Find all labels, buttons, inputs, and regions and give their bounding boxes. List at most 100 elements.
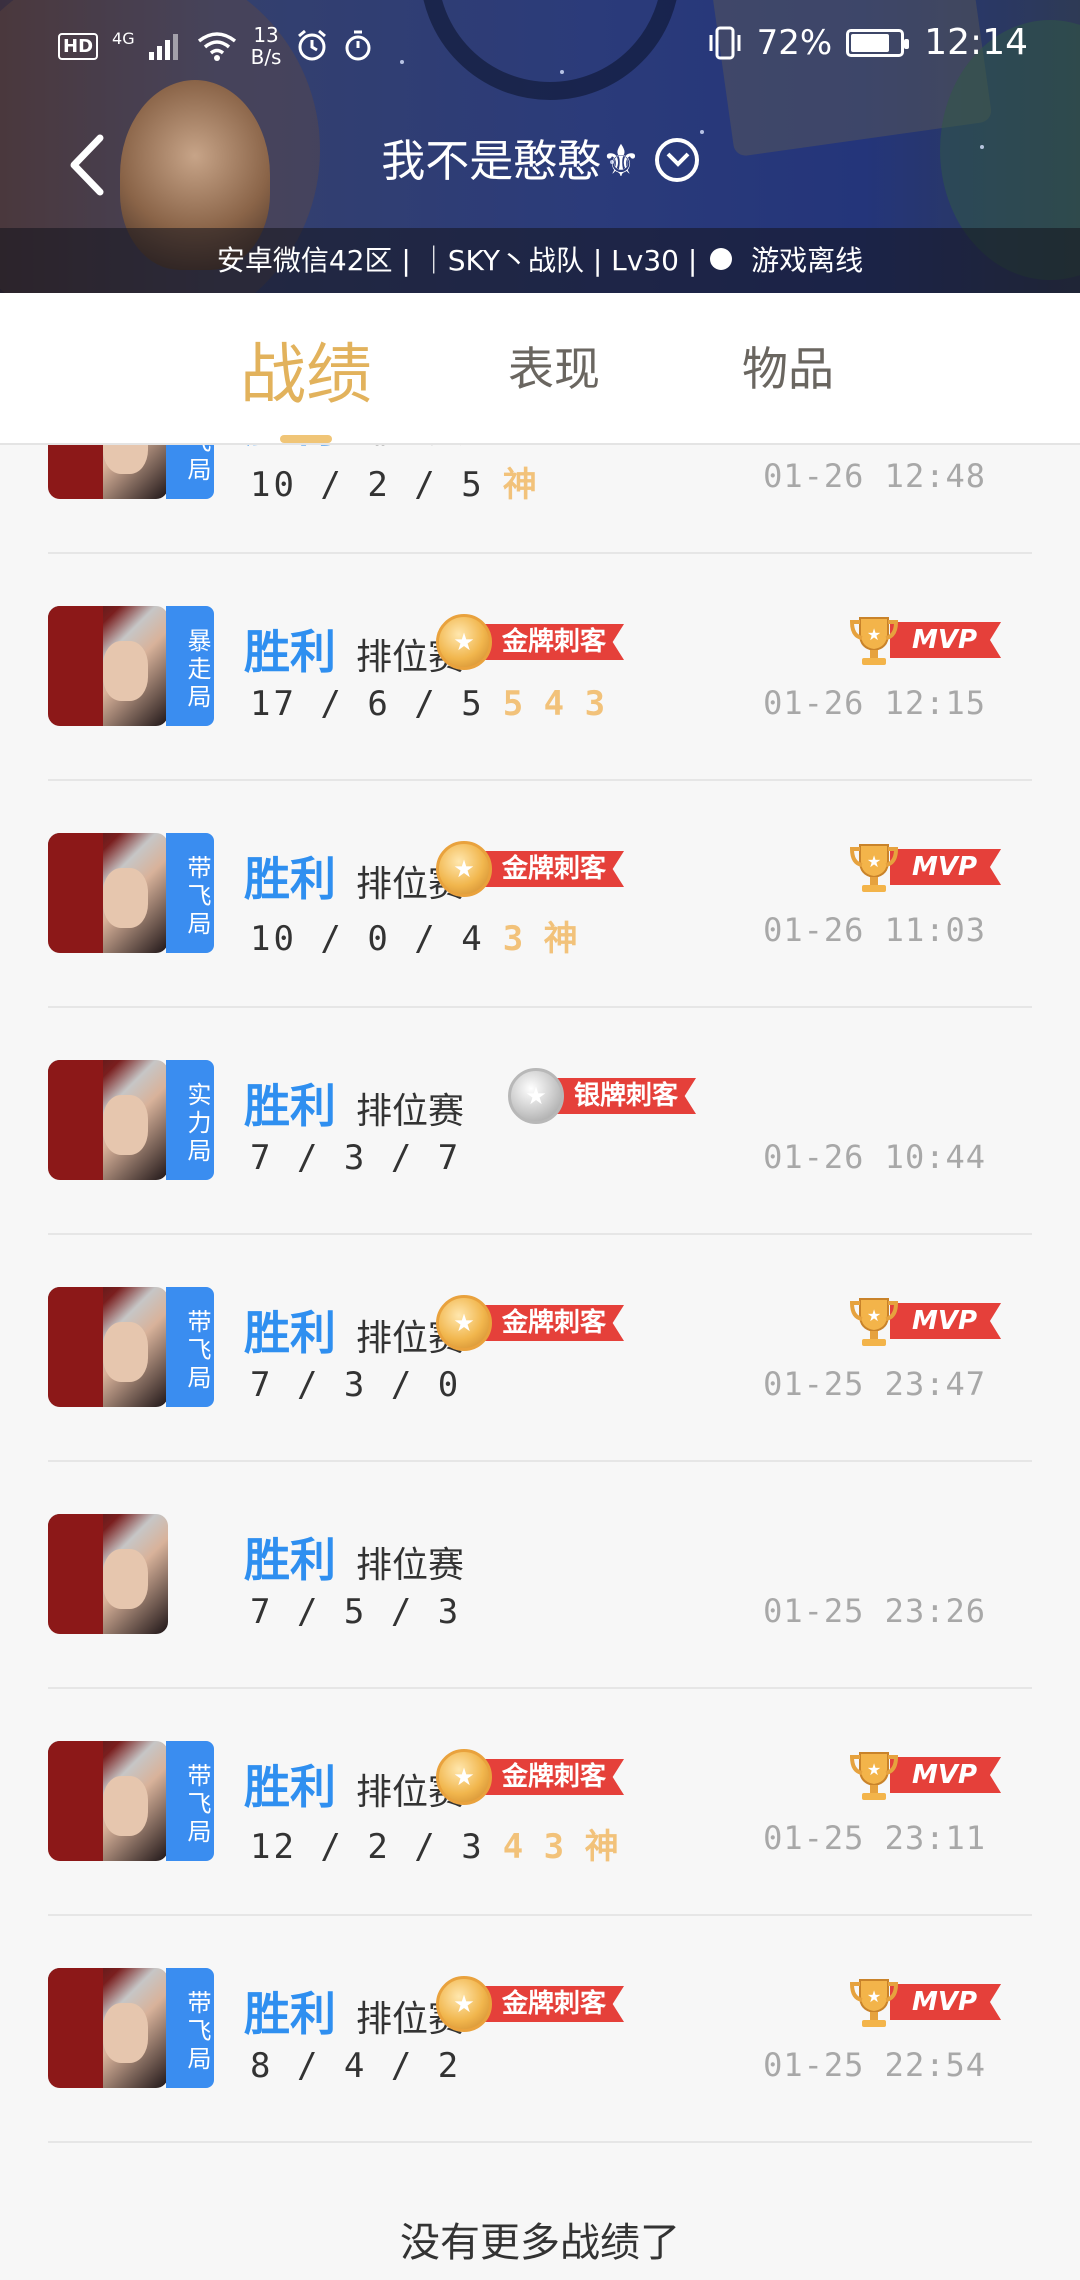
match-time: 01-26 12:15 <box>763 684 986 722</box>
match-row[interactable]: 带飞局 胜利 排位赛 12 / 2 / 34 3 神 ★ 金牌刺客 ★ MVP 01-25 23… <box>48 1689 1032 1916</box>
tab-performance[interactable]: 表现 <box>508 333 600 399</box>
medal-badge: ★ 金牌刺客 <box>436 1293 625 1353</box>
multikill-achievements: 5 4 3 <box>502 684 606 724</box>
match-tag-badge: 带飞局 <box>166 1741 214 1861</box>
svg-text:★: ★ <box>867 625 881 644</box>
hero-avatar-hair <box>48 1968 103 2088</box>
multikill-achievements: 3 神 <box>502 919 578 959</box>
match-tag-badge: 带飞局 <box>166 833 214 953</box>
battery-icon <box>846 28 910 57</box>
match-result: 胜利 <box>244 1987 336 2041</box>
vibrate-icon <box>709 26 741 59</box>
match-row[interactable]: 带飞局胜利排位赛10 / 2 / 5神★金牌刺客★MVP01-26 12:48 <box>48 445 1032 554</box>
hero-avatar <box>48 833 168 953</box>
star-medal-icon: ★ <box>436 614 492 670</box>
match-row[interactable]: 带飞局 胜利 排位赛 8 / 4 / 2 ★ 金牌刺客 ★ MVP 01-25 22:54 <box>48 1916 1032 2143</box>
match-time: 01-25 23:47 <box>763 1365 986 1403</box>
kda-value: 7 / 3 / 0 <box>250 1365 462 1405</box>
match-mode: 排位赛 <box>356 445 464 453</box>
kda-value: 10 / 2 / 5 <box>250 465 485 505</box>
trophy-icon: ★ <box>849 844 899 892</box>
player-info-bar: 安卓微信42区 | ｜SKY丶战队 | Lv30 | 游戏离线 <box>0 228 1080 293</box>
match-mode: 排位赛 <box>356 1545 465 1586</box>
match-time: 01-26 10:44 <box>763 1138 986 1176</box>
player-info: 安卓微信42区 | ｜SKY丶战队 | Lv30 | <box>216 244 698 277</box>
status-bar: HD 4G 13 B/s 72% 12:14 <box>0 0 1080 92</box>
mvp-badge: ★ MVP <box>846 1293 1002 1349</box>
medal-badge: ★ 金牌刺客 <box>436 1747 625 1807</box>
player-name: 我不是憨憨⚜ <box>381 136 641 187</box>
tab-records[interactable]: 战绩 <box>240 321 372 417</box>
star-medal-icon: ★ <box>508 1068 564 1124</box>
kda-value: 17 / 6 / 5 <box>250 684 485 724</box>
match-time: 01-25 23:26 <box>763 1592 986 1630</box>
mvp-label: MVP <box>890 1984 1002 2020</box>
tab-bar: 战绩 表现 物品 <box>0 293 1080 445</box>
svg-text:★: ★ <box>867 1987 881 2006</box>
medal-label: 金牌刺客 <box>482 1759 625 1795</box>
match-result: 胜利 <box>244 1079 336 1133</box>
match-result: 胜利 <box>244 625 336 679</box>
match-row[interactable]: 暴走局 胜利 排位赛 17 / 6 / 55 4 3 ★ 金牌刺客 ★ MVP 01-26 12… <box>48 554 1032 781</box>
mvp-label: MVP <box>890 622 1002 658</box>
hero-avatar-face <box>103 1095 148 1155</box>
online-status-dot <box>710 248 733 270</box>
trophy-icon: ★ <box>849 1752 899 1800</box>
svg-text:★: ★ <box>867 1760 881 1779</box>
hero-avatar <box>48 445 168 499</box>
kda-value: 12 / 2 / 3 <box>250 1827 485 1867</box>
mvp-badge: ★ MVP <box>846 612 1002 668</box>
net-speed: 13 B/s <box>251 24 282 68</box>
match-result: 胜利 <box>244 852 336 906</box>
chevron-down-icon <box>654 138 699 182</box>
star-medal-icon: ★ <box>436 1295 492 1351</box>
hero-avatar-face <box>103 868 148 928</box>
battery-percent: 72% <box>756 22 833 63</box>
trophy-icon: ★ <box>849 1979 899 2027</box>
multikill-achievements: 4 3 神 <box>502 1827 619 1867</box>
profile-header: HD 4G 13 B/s 72% 12:14 我不是憨憨⚜ 安卓微信42区 | ｜… <box>0 0 1080 293</box>
match-list[interactable]: 带飞局胜利排位赛10 / 2 / 5神★金牌刺客★MVP01-26 12:48暴… <box>0 445 1080 2280</box>
match-row[interactable]: 胜利 排位赛 7 / 5 / 3 01-25 23:26 <box>48 1462 1032 1689</box>
match-mode: 排位赛 <box>356 1091 465 1132</box>
hero-avatar-hair <box>48 1514 103 1634</box>
svg-text:★: ★ <box>867 1306 881 1325</box>
match-tag-badge: 带飞局 <box>166 1968 214 2088</box>
wifi-icon <box>197 32 236 61</box>
medal-label: 金牌刺客 <box>482 1305 625 1341</box>
hero-avatar <box>48 1287 168 1407</box>
kda-value: 7 / 3 / 7 <box>250 1138 462 1178</box>
match-row[interactable]: 带飞局 胜利 排位赛 7 / 3 / 0 ★ 金牌刺客 ★ MVP 01-25 23:47 <box>48 1235 1032 1462</box>
hero-avatar-hair <box>48 833 103 953</box>
player-name-dropdown[interactable]: 我不是憨憨⚜ <box>0 132 1080 192</box>
title-bar: 我不是憨憨⚜ <box>0 110 1080 220</box>
match-result: 胜利 <box>244 445 336 455</box>
tab-items[interactable]: 物品 <box>742 333 834 399</box>
mvp-badge: ★ MVP <box>846 1747 1002 1803</box>
mvp-label: MVP <box>890 1757 1002 1793</box>
kda: 17 / 6 / 5 5 4 3 <box>250 684 605 724</box>
kda-value: 8 / 4 / 2 <box>250 2046 462 2086</box>
signal-icon <box>148 34 178 60</box>
match-result: 胜利 <box>244 1760 336 1814</box>
match-row[interactable]: 带飞局 胜利 排位赛 10 / 0 / 43 神 ★ 金牌刺客 ★ MVP 01-26 11:0… <box>48 781 1032 1008</box>
kda-value: 7 / 5 / 3 <box>250 1592 462 1632</box>
hero-avatar <box>48 606 168 726</box>
medal-badge: ★ 金牌刺客 <box>436 612 625 672</box>
kda: 12 / 2 / 3 4 3 神 <box>250 1819 619 1868</box>
net-speed-value: 13 <box>253 23 279 47</box>
online-status: 游戏离线 <box>751 244 864 277</box>
hero-avatar-face <box>103 641 148 701</box>
no-more-records: 没有更多战绩了 <box>400 2220 680 2266</box>
match-tag-badge: 实力局 <box>166 1060 214 1180</box>
match-row[interactable]: 实力局 胜利 排位赛 7 / 3 / 7 ★ 银牌刺客 01-26 10:44 <box>48 1008 1032 1235</box>
hero-avatar <box>48 1514 168 1634</box>
alarm-icon <box>298 29 327 61</box>
match-result: 胜利 <box>244 1533 336 1587</box>
mvp-label: MVP <box>890 849 1002 885</box>
hero-avatar-face <box>103 1549 148 1609</box>
match-time: 01-25 23:11 <box>763 1819 986 1857</box>
mvp-badge: ★ MVP <box>846 1974 1002 2030</box>
trophy-icon: ★ <box>849 1298 899 1346</box>
match-result: 胜利 <box>244 1306 336 1360</box>
